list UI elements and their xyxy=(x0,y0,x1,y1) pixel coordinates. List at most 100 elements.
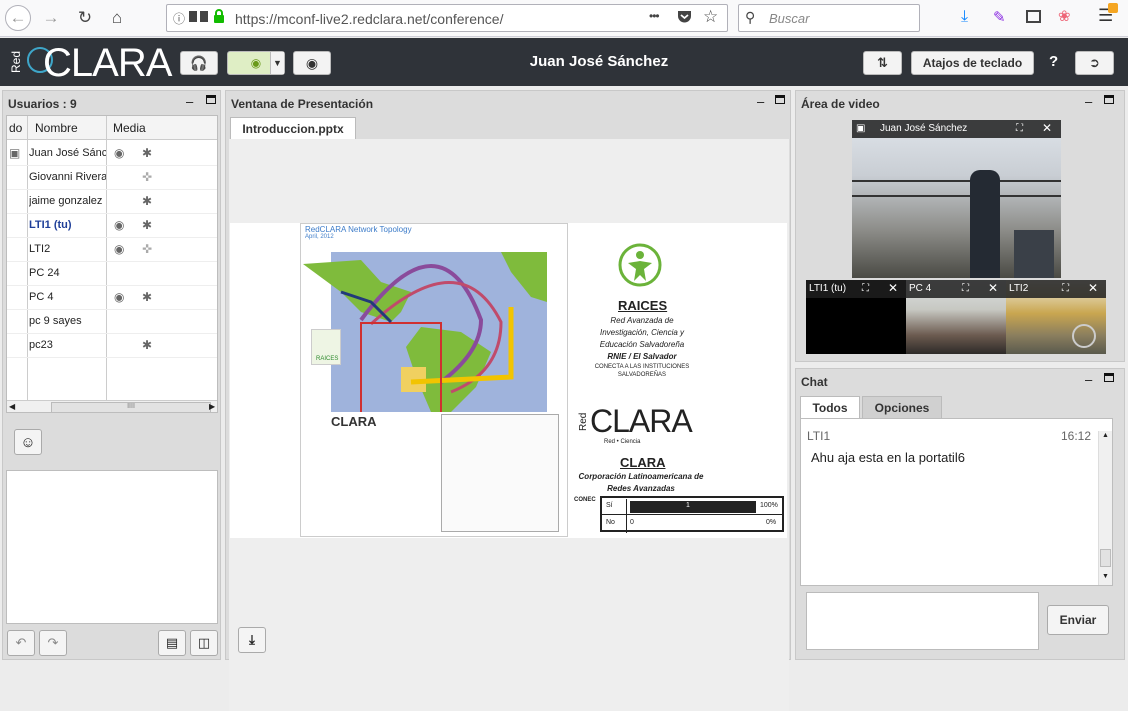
pocket-icon[interactable] xyxy=(677,10,692,27)
search-icon: ⚲ xyxy=(745,9,756,25)
sort-arrows-icon: ⇅ xyxy=(877,55,888,70)
webcam-icon[interactable]: ◉ xyxy=(114,146,124,160)
user-row[interactable]: pc 9 sayes xyxy=(7,310,217,334)
main-video[interactable]: ▣ Juan José Sánchez ⛶ ✕ xyxy=(852,120,1061,278)
scroll-down-icon[interactable]: ▼ xyxy=(1102,573,1109,580)
listen-icon[interactable]: ✱ xyxy=(142,194,152,208)
minimize-icon[interactable]: – xyxy=(757,94,764,109)
permissions-icon[interactable] xyxy=(189,11,197,22)
user-row[interactable]: PC 24 xyxy=(7,262,217,286)
url-text[interactable]: https://mconf-live2.redclara.net/confere… xyxy=(235,11,503,27)
minimize-icon[interactable]: – xyxy=(186,94,193,109)
column-name[interactable]: Nombre xyxy=(35,121,78,135)
user-row[interactable]: Giovanni Rivera ✜ xyxy=(7,166,217,190)
vertical-scrollbar[interactable]: ▲ ▼ xyxy=(1098,431,1112,585)
scroll-left-icon[interactable]: ◀ xyxy=(9,402,15,411)
fullscreen-icon[interactable]: ⛶ xyxy=(1016,123,1023,134)
downloads-icon[interactable]: ⤓ xyxy=(961,8,968,26)
user-row[interactable]: pc23 ✱ xyxy=(7,334,217,358)
webcam-icon[interactable]: ◉ xyxy=(114,218,124,232)
maximize-icon[interactable] xyxy=(1104,95,1114,104)
reload-button[interactable]: ↻ xyxy=(72,5,98,31)
back-button[interactable]: ← xyxy=(5,5,31,31)
column-status[interactable]: do xyxy=(9,121,22,135)
update-badge-icon xyxy=(1108,3,1118,13)
video-thumb[interactable]: LTI1 (tu) ⛶ ✕ xyxy=(806,280,906,354)
notes-button[interactable]: ▤ xyxy=(158,630,186,656)
chat-sender: LTI1 xyxy=(807,429,831,443)
listen-icon[interactable]: ✱ xyxy=(142,146,152,160)
record-button[interactable]: ◉ xyxy=(293,51,331,75)
close-icon[interactable]: ✕ xyxy=(988,281,998,295)
map-date: April, 2012 xyxy=(305,234,334,240)
help-button[interactable]: ? xyxy=(1049,53,1058,70)
map-title: RedCLARA Network Topology xyxy=(305,225,412,234)
save-button[interactable]: ◫ xyxy=(190,630,218,656)
download-button[interactable]: ⤓ xyxy=(238,627,266,653)
redo-button[interactable]: ↷ xyxy=(39,630,67,656)
forward-button[interactable]: → xyxy=(38,5,64,31)
info-icon[interactable]: ⓘ xyxy=(173,10,185,27)
listen-icon[interactable]: ✱ xyxy=(142,338,152,352)
tab-presentation-file[interactable]: Introduccion.pptx xyxy=(230,117,356,139)
tab-opciones[interactable]: Opciones xyxy=(862,396,942,418)
smiley-icon: ☺ xyxy=(20,433,36,451)
column-media[interactable]: Media xyxy=(113,121,146,135)
video-thumb[interactable]: PC 4 ⛶ ✕ xyxy=(906,280,1006,354)
redo-icon: ↷ xyxy=(47,635,59,650)
logout-button[interactable]: ➲ xyxy=(1075,51,1114,75)
send-button[interactable]: Enviar xyxy=(1047,605,1109,635)
home-button[interactable]: ⌂ xyxy=(104,5,130,31)
user-row[interactable]: LTI1 (tu) ◉ ✱ xyxy=(7,214,217,238)
search-bar[interactable]: ⚲ Buscar xyxy=(738,4,920,32)
maximize-icon[interactable] xyxy=(775,95,785,104)
fullscreen-icon[interactable]: ⛶ xyxy=(862,283,869,294)
chevron-down-icon[interactable]: ▼ xyxy=(270,52,284,74)
fullscreen-icon[interactable]: ⛶ xyxy=(1062,283,1069,294)
maximize-icon[interactable] xyxy=(206,95,216,104)
sidebar-icon[interactable] xyxy=(1026,10,1041,23)
extension-icon[interactable]: ❀ xyxy=(1058,7,1071,25)
scroll-thumb[interactable]: IIII xyxy=(51,402,211,412)
layout-button[interactable]: ⇅ xyxy=(863,51,902,75)
user-row[interactable]: LTI2 ◉ ✜ xyxy=(7,238,217,262)
scroll-thumb[interactable] xyxy=(1100,549,1111,567)
address-bar[interactable]: ⓘ https://mconf-live2.redclara.net/confe… xyxy=(166,4,728,32)
webcam-share-button[interactable]: ◉ ▼ xyxy=(227,51,285,75)
webcam-icon[interactable]: ◉ xyxy=(114,242,124,256)
headset-icon: 🎧 xyxy=(190,54,208,71)
page-actions-icon[interactable]: ••• xyxy=(649,9,660,23)
user-row[interactable]: PC 4 ◉ ✱ xyxy=(7,286,217,310)
redclara-logo: Red CLARA xyxy=(9,41,172,85)
camera-permission-icon[interactable] xyxy=(200,11,208,22)
chat-panel: Chat – Todos Opciones LTI1 16:12 Ahu aja… xyxy=(795,368,1125,660)
close-icon[interactable]: ✕ xyxy=(1042,121,1052,135)
maximize-icon[interactable] xyxy=(1104,373,1114,382)
chat-input[interactable] xyxy=(806,592,1039,650)
audio-button[interactable]: 🎧 xyxy=(180,51,218,75)
tab-todos[interactable]: Todos xyxy=(800,396,860,418)
video-thumb[interactable]: LTI2 ⛶ ✕ xyxy=(1006,280,1106,354)
minimize-icon[interactable]: – xyxy=(1085,372,1092,387)
undo-button[interactable]: ↶ xyxy=(7,630,35,656)
scroll-up-icon[interactable]: ▲ xyxy=(1102,432,1109,439)
pen-extension-icon[interactable]: ✎ xyxy=(993,8,1006,26)
scroll-right-icon[interactable]: ▶ xyxy=(209,402,215,411)
listen-icon[interactable]: ✱ xyxy=(142,290,152,304)
user-row[interactable]: jaime gonzalez ✱ xyxy=(7,190,217,214)
close-icon[interactable]: ✕ xyxy=(1088,281,1098,295)
horizontal-scrollbar[interactable]: ◀ IIII ▶ xyxy=(7,400,217,412)
webcam-icon[interactable]: ◉ xyxy=(114,290,124,304)
app-header: Red CLARA 🎧 ◉ ▼ ◉ Juan José Sánchez ⇅ At… xyxy=(0,38,1128,86)
keyboard-shortcuts-button[interactable]: Atajos de teclado xyxy=(911,51,1034,75)
fullscreen-icon[interactable]: ⛶ xyxy=(962,283,969,294)
bookmark-star-icon[interactable]: ☆ xyxy=(703,7,718,27)
minimize-icon[interactable]: – xyxy=(1085,94,1092,109)
map-legend xyxy=(441,414,559,532)
muted-mic-icon[interactable]: ✜ xyxy=(142,170,152,184)
listen-icon[interactable]: ✱ xyxy=(142,218,152,232)
muted-mic-icon[interactable]: ✜ xyxy=(142,242,152,256)
emoji-status-button[interactable]: ☺ xyxy=(14,429,42,455)
close-icon[interactable]: ✕ xyxy=(888,281,898,295)
user-row[interactable]: ▣ Juan José Sánchez ◉ ✱ xyxy=(7,142,217,166)
